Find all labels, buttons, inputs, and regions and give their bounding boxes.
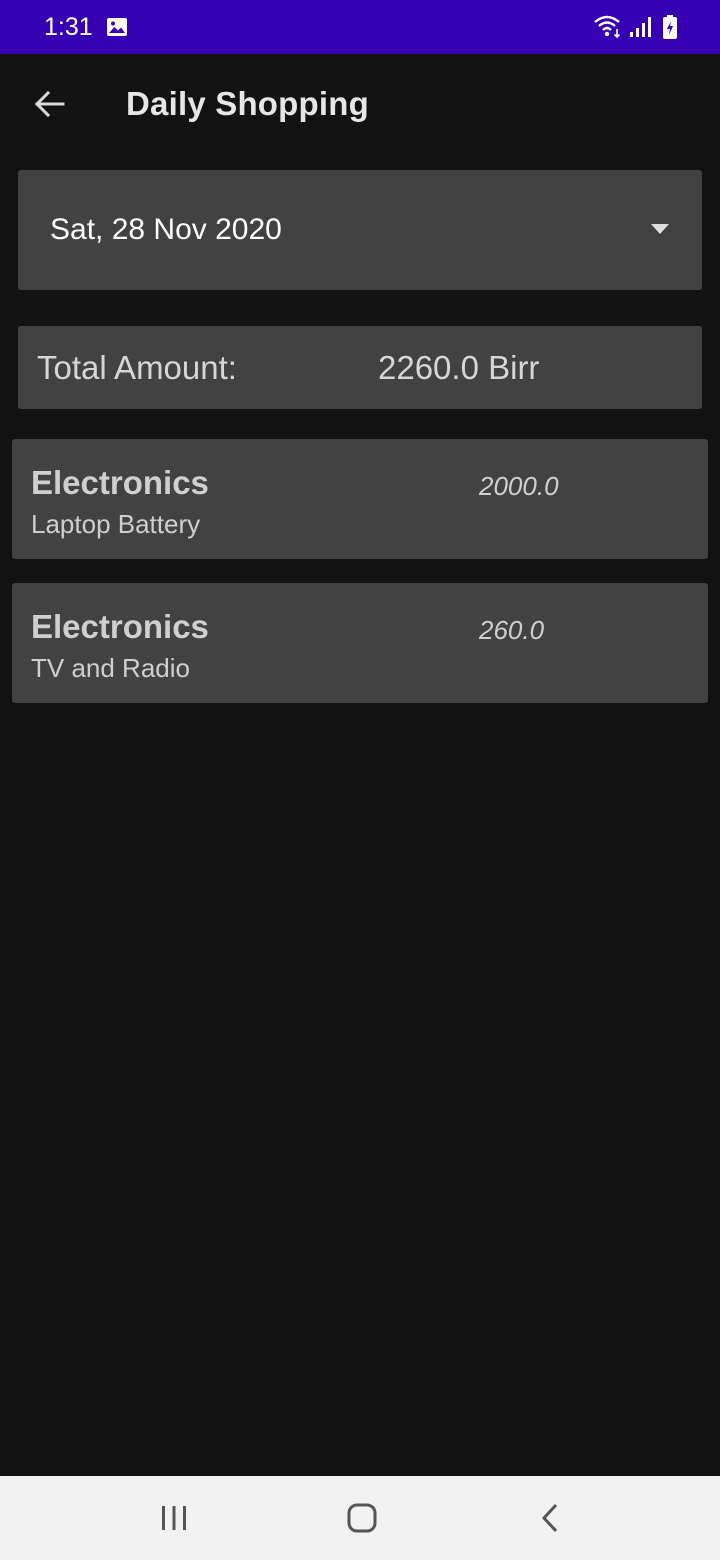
item-category: Electronics	[31, 608, 209, 645]
recents-button[interactable]	[134, 1490, 214, 1546]
arrow-left-icon	[34, 90, 65, 118]
navigation-bar	[0, 1476, 720, 1560]
item-name: Laptop Battery	[31, 509, 201, 539]
status-time: 1:31	[44, 13, 93, 41]
item-name: TV and Radio	[31, 653, 190, 683]
date-dropdown[interactable]: Sat, 28 Nov 2020	[18, 170, 702, 290]
list-item[interactable]: Electronics TV and Radio 260.0	[12, 583, 708, 703]
list-item[interactable]: Electronics Laptop Battery 2000.0	[12, 439, 708, 559]
total-amount-label: Total Amount:	[37, 349, 237, 386]
total-amount-card: Total Amount: 2260.0 Birr	[18, 326, 702, 409]
selected-date: Sat, 28 Nov 2020	[50, 213, 282, 246]
home-icon	[347, 1503, 377, 1533]
signal-icon	[630, 17, 651, 37]
wifi-icon	[594, 15, 621, 39]
home-button[interactable]	[322, 1490, 402, 1546]
item-amount: 260.0	[479, 615, 545, 645]
app-bar: Daily Shopping	[0, 54, 720, 154]
item-category: Electronics	[31, 464, 209, 501]
image-icon	[107, 18, 127, 36]
total-amount-value: 2260.0 Birr	[378, 349, 540, 386]
status-bar: 1:31	[0, 0, 720, 54]
back-button[interactable]	[22, 80, 76, 128]
back-icon	[541, 1503, 558, 1533]
page-title: Daily Shopping	[126, 85, 369, 122]
dropdown-arrow-icon	[651, 224, 669, 234]
battery-icon	[663, 15, 677, 39]
nav-back-button[interactable]	[510, 1490, 590, 1546]
item-amount: 2000.0	[479, 471, 559, 501]
recents-icon	[162, 1506, 186, 1530]
